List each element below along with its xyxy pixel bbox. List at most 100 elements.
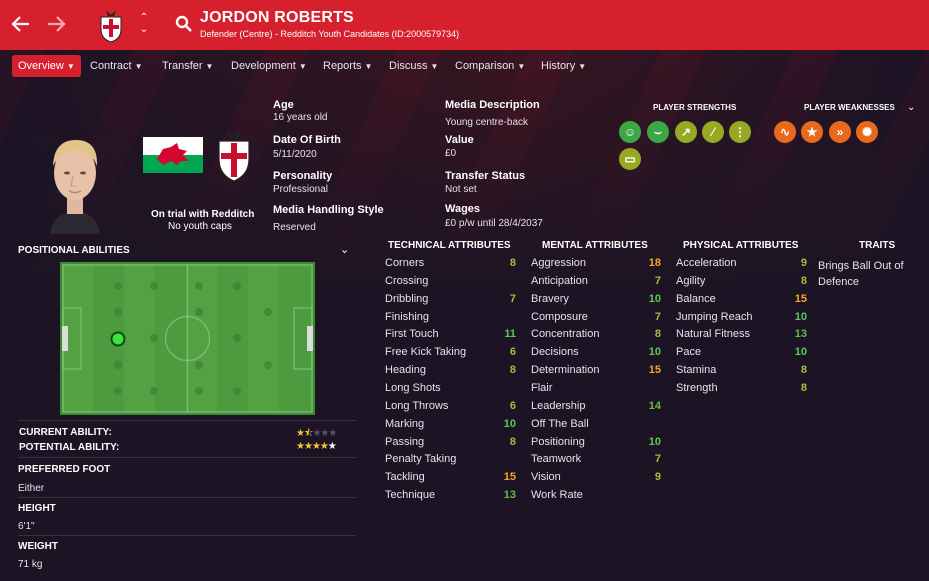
tab-label: Contract [90, 60, 132, 72]
attribute-value: 8 [800, 382, 807, 394]
attribute-name: Strength [676, 382, 718, 394]
mental-attributes-title: MENTAL ATTRIBUTES [542, 240, 648, 251]
attribute-value: 6 [509, 400, 516, 412]
tab-label: Development [231, 60, 296, 72]
wages-value: £0 p/w until 28/4/2037 [445, 218, 543, 229]
attribute-name: Work Rate [531, 489, 583, 501]
star-icon[interactable]: ★ [801, 121, 823, 143]
tab-discuss[interactable]: Discuss ▼ [383, 55, 444, 77]
tab-label: History [541, 60, 576, 72]
tab-label: Reports [323, 60, 362, 72]
dob-value: 5/11/2020 [273, 149, 317, 160]
star-icon: ★ [327, 441, 337, 452]
tab-comparison[interactable]: Comparison ▼ [449, 55, 531, 77]
chevron-down-icon[interactable]: ⌄ [907, 102, 915, 113]
star-icon: ★ [303, 441, 313, 452]
attribute-name: Dribbling [385, 293, 429, 305]
attribute-value: 10 [648, 293, 661, 305]
back-button[interactable] [10, 13, 32, 35]
attribute-value: 8 [800, 364, 807, 376]
attribute-value: 15 [794, 293, 807, 305]
heartbeat-icon[interactable]: ∿ [774, 121, 796, 143]
age-label: Age [273, 99, 294, 111]
player-header: ⌃ ⌄ JORDON ROBERTS Defender (Centre) - Re… [0, 0, 929, 50]
attribute-name: Bravery [531, 293, 569, 305]
forward-button[interactable] [45, 13, 67, 35]
club-crest-large[interactable] [215, 125, 253, 183]
search-icon[interactable] [175, 15, 193, 33]
tab-contract[interactable]: Contract ▼ [84, 55, 149, 77]
height-label: HEIGHT [18, 503, 56, 514]
weaknesses-title: PLAYER WEAKNESSES [804, 103, 895, 112]
chevron-down-icon: ▼ [430, 62, 439, 71]
attribute-name: Leadership [531, 400, 586, 412]
attribute-name: Off The Ball [531, 418, 589, 430]
attribute-name: Acceleration [676, 257, 737, 269]
profile-tabs: Overview ▼ Contract ▼ Transfer ▼ Developmen… [0, 53, 929, 79]
head-icon[interactable]: ☺ [619, 121, 641, 143]
club-crest-small[interactable] [98, 7, 124, 43]
arrow-right-icon [48, 16, 66, 32]
media-style-value: Reserved [273, 222, 316, 233]
wales-flag-icon[interactable] [143, 137, 203, 173]
trial-status: On trial with Redditch [151, 209, 255, 220]
attribute-name: Heading [385, 364, 426, 376]
attribute-name: Marking [385, 418, 425, 430]
height-value: 6'1" [18, 521, 35, 532]
potential-ability-stars: ★★★★★ [296, 441, 337, 452]
personality-value: Professional [273, 184, 329, 195]
attribute-value: 13 [503, 489, 516, 501]
divider [18, 497, 356, 498]
tab-transfer[interactable]: Transfer ▼ [156, 55, 219, 77]
pass-icon[interactable]: ⌣ [647, 121, 669, 143]
tab-reports[interactable]: Reports ▼ [317, 55, 378, 77]
attribute-value: 8 [509, 364, 516, 376]
attribute-name: Natural Fitness [676, 328, 750, 340]
chevron-down-icon[interactable]: ⌄ [340, 243, 349, 256]
attribute-name: Tackling [385, 471, 425, 483]
bone-icon[interactable]: ⁄ [702, 121, 724, 143]
burst-icon[interactable]: ✺ [856, 121, 878, 143]
chevron-down-icon: ▼ [364, 62, 373, 71]
tab-overview[interactable]: Overview ▼ [12, 55, 81, 77]
player-switch-arrows[interactable]: ⌃ ⌄ [138, 12, 150, 38]
player-face [50, 140, 100, 234]
chevron-down-icon: ▼ [517, 62, 526, 71]
trait-item: Brings Ball Out of Defence [818, 260, 904, 288]
attribute-name: Decisions [531, 346, 579, 358]
attribute-name: Stamina [676, 364, 717, 376]
attribute-value: 10 [648, 436, 661, 448]
attribute-name: Long Shots [385, 382, 441, 394]
chevron-down-icon: ▼ [66, 62, 75, 71]
attribute-value: 9 [800, 257, 807, 269]
preferred-foot-value: Either [18, 483, 45, 494]
attribute-value: 6 [509, 346, 516, 358]
pitch-icon[interactable]: ▭ [619, 148, 641, 170]
attribute-value: 8 [654, 328, 661, 340]
attribute-name: Crossing [385, 275, 429, 287]
chevron-down-icon: ▼ [578, 62, 587, 71]
star-icon: ★ [296, 441, 305, 452]
weight-value: 71 kg [18, 559, 43, 570]
transfer-status-label: Transfer Status [445, 170, 526, 182]
transfer-status-value: Not set [445, 184, 477, 195]
arrow-left-icon [11, 16, 29, 32]
tab-development[interactable]: Development ▼ [225, 55, 313, 77]
weight-label: WEIGHT [18, 541, 58, 552]
tab-history[interactable]: History ▼ [535, 55, 592, 77]
trend-icon[interactable]: ↗ [675, 121, 697, 143]
age-value: 16 years old [273, 112, 328, 123]
foot-icon[interactable]: ⋮ [729, 121, 751, 143]
tab-label: Transfer [162, 60, 203, 72]
attribute-value: 7 [654, 275, 661, 287]
attribute-value: 10 [794, 311, 807, 323]
attribute-name: Positioning [531, 436, 585, 448]
player-subtitle: Defender (Centre) - Redditch Youth Candi… [200, 29, 460, 39]
star-icon: ★ [328, 428, 337, 439]
attribute-name: Balance [676, 293, 716, 305]
strengths-title: PLAYER STRENGTHS [653, 103, 737, 112]
attribute-value: 8 [800, 275, 807, 287]
boot-icon[interactable]: » [829, 121, 851, 143]
position-marker-dc[interactable] [110, 331, 126, 347]
attribute-name: Finishing [385, 311, 430, 323]
